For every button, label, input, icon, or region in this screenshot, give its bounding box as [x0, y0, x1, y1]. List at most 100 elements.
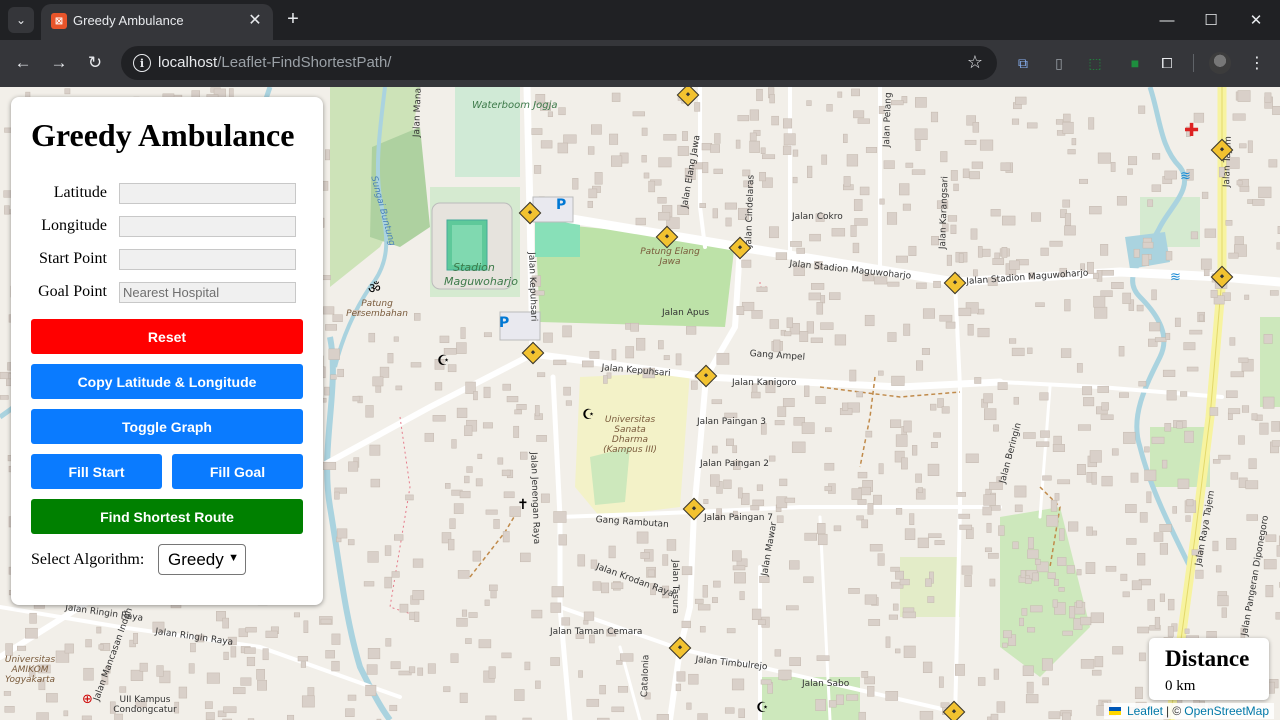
building	[784, 497, 796, 503]
building	[222, 617, 229, 629]
extension-green-icon[interactable]: ■	[1125, 53, 1145, 73]
building	[928, 533, 942, 538]
window-close-icon[interactable]: ✕	[1241, 6, 1271, 34]
profile-avatar[interactable]	[1209, 52, 1231, 74]
minimize-icon[interactable]: —	[1152, 6, 1182, 34]
browser-tab[interactable]: ⊠ Greedy Ambulance ✕	[41, 4, 273, 40]
building	[1064, 213, 1072, 226]
forward-arrow-icon[interactable]: →	[47, 51, 71, 75]
building	[864, 676, 875, 685]
building	[843, 133, 848, 143]
tab-close-icon[interactable]: ✕	[245, 10, 265, 30]
openstreetmap-link[interactable]: OpenStreetMap	[1184, 704, 1269, 718]
find-shortest-route-button[interactable]: Find Shortest Route	[31, 499, 303, 534]
address-bar[interactable]: i localhost/Leaflet-FindShortestPath/ ☆	[121, 46, 997, 80]
label-jalan-tasura: Jalan Tasura	[670, 560, 680, 614]
label-jalan-cokro: Jalan Cokro	[792, 212, 843, 222]
building	[959, 524, 973, 530]
building	[1085, 562, 1096, 574]
building	[854, 218, 868, 226]
building	[933, 280, 941, 288]
building	[859, 186, 870, 196]
start-point-input[interactable]	[119, 249, 296, 270]
building	[895, 255, 908, 263]
reset-button[interactable]: Reset	[31, 319, 303, 354]
latitude-input[interactable]	[119, 183, 296, 204]
building	[750, 505, 760, 511]
building	[1057, 479, 1071, 485]
building	[513, 425, 520, 438]
extension-screenshot-icon[interactable]: ⬚	[1085, 53, 1105, 73]
building	[1130, 472, 1139, 483]
building	[1174, 317, 1181, 327]
building	[702, 585, 708, 598]
url-text[interactable]: localhost/Leaflet-FindShortestPath/	[158, 54, 391, 71]
map-attribution: Leaflet | © OpenStreetMap	[1103, 703, 1274, 719]
building	[843, 176, 851, 187]
copy-lat-lng-button[interactable]: Copy Latitude & Longitude	[31, 364, 303, 399]
building	[457, 570, 470, 579]
building	[1162, 369, 1176, 377]
building	[130, 669, 144, 681]
building	[1159, 593, 1165, 602]
building	[782, 398, 795, 407]
building	[1101, 269, 1114, 276]
building	[979, 139, 994, 151]
leaflet-link[interactable]: Leaflet	[1127, 704, 1163, 718]
goal-point-input[interactable]	[119, 282, 296, 303]
algorithm-select[interactable]: Greedy ▼	[158, 544, 246, 575]
building	[456, 342, 467, 354]
building	[741, 259, 752, 268]
building	[945, 321, 956, 329]
building	[865, 430, 873, 438]
building	[1198, 314, 1204, 322]
building	[676, 671, 686, 682]
building	[385, 638, 392, 647]
tab-search-chevron-icon[interactable]: ⌄	[8, 7, 34, 33]
longitude-input[interactable]	[119, 216, 296, 237]
building	[345, 708, 355, 717]
building	[749, 132, 757, 142]
reload-icon[interactable]: ↻	[83, 51, 107, 75]
extension-copy-icon[interactable]: ⧉	[1013, 53, 1033, 73]
building	[786, 605, 799, 611]
site-info-icon[interactable]: i	[133, 54, 151, 72]
browser-menu-icon[interactable]: ⋮	[1247, 53, 1267, 73]
building	[878, 370, 884, 376]
building	[917, 487, 923, 493]
extensions-puzzle-icon[interactable]: ⧠	[1157, 53, 1177, 73]
building	[1100, 414, 1114, 420]
maximize-icon[interactable]: ☐	[1196, 6, 1226, 34]
building	[368, 332, 376, 343]
building	[1076, 464, 1086, 475]
building	[1258, 186, 1272, 199]
building	[850, 225, 857, 237]
fill-goal-button[interactable]: Fill Goal	[172, 454, 303, 489]
building	[601, 582, 610, 594]
building	[119, 686, 127, 693]
back-arrow-icon[interactable]: ←	[11, 51, 35, 75]
building	[456, 617, 468, 627]
building	[1064, 225, 1076, 236]
building	[964, 139, 977, 145]
fill-start-button[interactable]: Fill Start	[31, 454, 162, 489]
building	[1151, 184, 1162, 192]
building	[410, 362, 422, 368]
building	[769, 226, 779, 239]
building	[1026, 122, 1038, 129]
building	[815, 699, 826, 711]
building	[540, 140, 553, 149]
building	[232, 687, 246, 695]
building	[620, 653, 634, 662]
label-jalan-pelang: Jalan Pelang	[882, 92, 894, 148]
building	[1275, 612, 1280, 620]
extension-phone-icon[interactable]: ▯	[1049, 53, 1069, 73]
building	[1164, 170, 1177, 180]
building	[591, 124, 602, 135]
toggle-graph-button[interactable]: Toggle Graph	[31, 409, 303, 444]
building	[1036, 441, 1050, 447]
building	[711, 445, 718, 454]
new-tab-plus-icon[interactable]: +	[282, 8, 304, 30]
bookmark-star-icon[interactable]: ☆	[967, 52, 983, 73]
building	[502, 531, 510, 543]
